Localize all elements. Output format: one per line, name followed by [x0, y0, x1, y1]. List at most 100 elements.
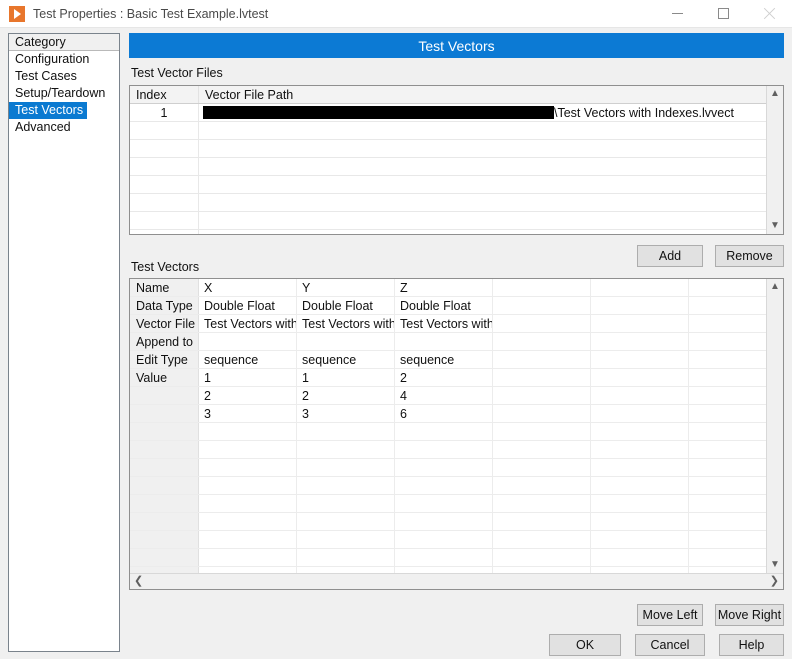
grid-cell[interactable]	[199, 477, 297, 494]
test-vectors-grid[interactable]: Name X Y Z Data Type Double Float Double…	[129, 278, 784, 590]
table-row[interactable]	[130, 140, 766, 158]
column-header-vector-file-path[interactable]: Vector File Path	[199, 86, 766, 103]
grid-cell[interactable]	[297, 531, 395, 548]
grid-cell[interactable]: Z	[395, 279, 493, 296]
grid-cell[interactable]	[395, 513, 493, 530]
grid-cell[interactable]	[199, 495, 297, 512]
minimize-button[interactable]	[654, 0, 700, 27]
grid-cell[interactable]: 2	[395, 369, 493, 386]
grid-cell[interactable]	[689, 441, 766, 458]
test-vector-files-table[interactable]: Index Vector File Path 1 \Test Vectors w…	[129, 85, 784, 235]
grid-cell[interactable]	[395, 459, 493, 476]
grid-cell[interactable]	[493, 549, 591, 566]
grid-row-name[interactable]: Name X Y Z	[130, 279, 766, 297]
grid-cell[interactable]	[199, 531, 297, 548]
scroll-left-icon[interactable]: ❮	[134, 575, 143, 587]
column-header-index[interactable]: Index	[130, 86, 199, 103]
grid-cell[interactable]	[689, 387, 766, 404]
grid-cell[interactable]	[591, 405, 689, 422]
grid-cell[interactable]	[199, 513, 297, 530]
grid-row-empty[interactable]	[130, 477, 766, 495]
grid-cell[interactable]	[591, 423, 689, 440]
grid-row-empty[interactable]	[130, 513, 766, 531]
sidebar-item-test-vectors[interactable]: Test Vectors	[9, 102, 119, 119]
grid-cell[interactable]	[689, 495, 766, 512]
grid-cell[interactable]: Y	[297, 279, 395, 296]
grid-cell[interactable]	[689, 333, 766, 350]
grid-vertical-scrollbar[interactable]: ▲ ▼	[766, 279, 783, 573]
table-row[interactable]	[130, 230, 766, 234]
table-row[interactable]	[130, 212, 766, 230]
scroll-down-icon[interactable]: ▼	[770, 557, 780, 573]
grid-cell[interactable]	[297, 459, 395, 476]
table-row[interactable]	[130, 158, 766, 176]
grid-cell[interactable]: Test Vectors with	[297, 315, 395, 332]
grid-cell[interactable]	[689, 459, 766, 476]
grid-cell[interactable]	[199, 423, 297, 440]
grid-cell[interactable]	[493, 369, 591, 386]
grid-cell[interactable]: Test Vectors with	[199, 315, 297, 332]
grid-cell[interactable]	[591, 477, 689, 494]
grid-cell[interactable]	[493, 495, 591, 512]
scroll-up-icon[interactable]: ▲	[770, 279, 780, 295]
grid-cell[interactable]	[297, 423, 395, 440]
sidebar-item-test-cases[interactable]: Test Cases	[9, 68, 119, 85]
grid-cell[interactable]	[689, 477, 766, 494]
grid-cell[interactable]	[689, 423, 766, 440]
grid-cell[interactable]	[689, 405, 766, 422]
grid-cell[interactable]	[493, 441, 591, 458]
grid-row-value-1[interactable]: Value 1 1 2	[130, 369, 766, 387]
grid-cell[interactable]	[199, 459, 297, 476]
maximize-button[interactable]	[700, 0, 746, 27]
table-row[interactable]	[130, 194, 766, 212]
grid-cell[interactable]	[297, 549, 395, 566]
grid-cell[interactable]	[199, 333, 297, 350]
grid-cell[interactable]: 1	[199, 369, 297, 386]
grid-cell[interactable]: 6	[395, 405, 493, 422]
grid-cell[interactable]	[199, 549, 297, 566]
table-row[interactable]	[130, 176, 766, 194]
cancel-button[interactable]: Cancel	[635, 634, 705, 656]
grid-cell[interactable]: 2	[199, 387, 297, 404]
grid-cell[interactable]	[395, 477, 493, 494]
move-left-button[interactable]: Move Left	[637, 604, 703, 626]
grid-cell[interactable]	[689, 279, 766, 296]
grid-horizontal-scrollbar[interactable]: ❮ ❯	[130, 572, 783, 589]
table-row[interactable]	[130, 122, 766, 140]
grid-row-value-2[interactable]: 2 2 4	[130, 387, 766, 405]
sidebar-item-setup-teardown[interactable]: Setup/Teardown	[9, 85, 119, 102]
grid-cell[interactable]: 1	[297, 369, 395, 386]
grid-cell[interactable]	[297, 441, 395, 458]
grid-row-data-type[interactable]: Data Type Double Float Double Float Doub…	[130, 297, 766, 315]
add-button[interactable]: Add	[637, 245, 703, 267]
sidebar-item-configuration[interactable]: Configuration	[9, 51, 119, 68]
grid-cell[interactable]	[493, 387, 591, 404]
grid-row-append-to[interactable]: Append to	[130, 333, 766, 351]
grid-cell[interactable]: Double Float	[395, 297, 493, 314]
grid-cell[interactable]	[493, 423, 591, 440]
grid-cell[interactable]: Double Float	[199, 297, 297, 314]
close-button[interactable]	[746, 0, 792, 27]
scroll-up-icon[interactable]: ▲	[770, 86, 780, 102]
grid-row-empty[interactable]	[130, 549, 766, 567]
grid-cell[interactable]	[591, 513, 689, 530]
grid-cell[interactable]	[493, 513, 591, 530]
grid-cell[interactable]: 2	[297, 387, 395, 404]
grid-cell[interactable]	[591, 549, 689, 566]
grid-row-empty[interactable]	[130, 423, 766, 441]
grid-cell[interactable]: 3	[297, 405, 395, 422]
category-listbox[interactable]: Category Configuration Test Cases Setup/…	[8, 33, 120, 652]
grid-cell[interactable]	[493, 531, 591, 548]
grid-cell[interactable]	[591, 495, 689, 512]
sidebar-item-advanced[interactable]: Advanced	[9, 119, 119, 136]
grid-cell[interactable]	[591, 369, 689, 386]
grid-row-value-3[interactable]: 3 3 6	[130, 405, 766, 423]
grid-cell[interactable]	[493, 477, 591, 494]
grid-cell[interactable]: Test Vectors with I	[395, 315, 493, 332]
grid-cell[interactable]	[689, 297, 766, 314]
grid-cell[interactable]: 3	[199, 405, 297, 422]
files-vertical-scrollbar[interactable]: ▲ ▼	[766, 86, 783, 234]
grid-cell[interactable]	[591, 279, 689, 296]
grid-cell[interactable]	[689, 549, 766, 566]
remove-button[interactable]: Remove	[715, 245, 784, 267]
